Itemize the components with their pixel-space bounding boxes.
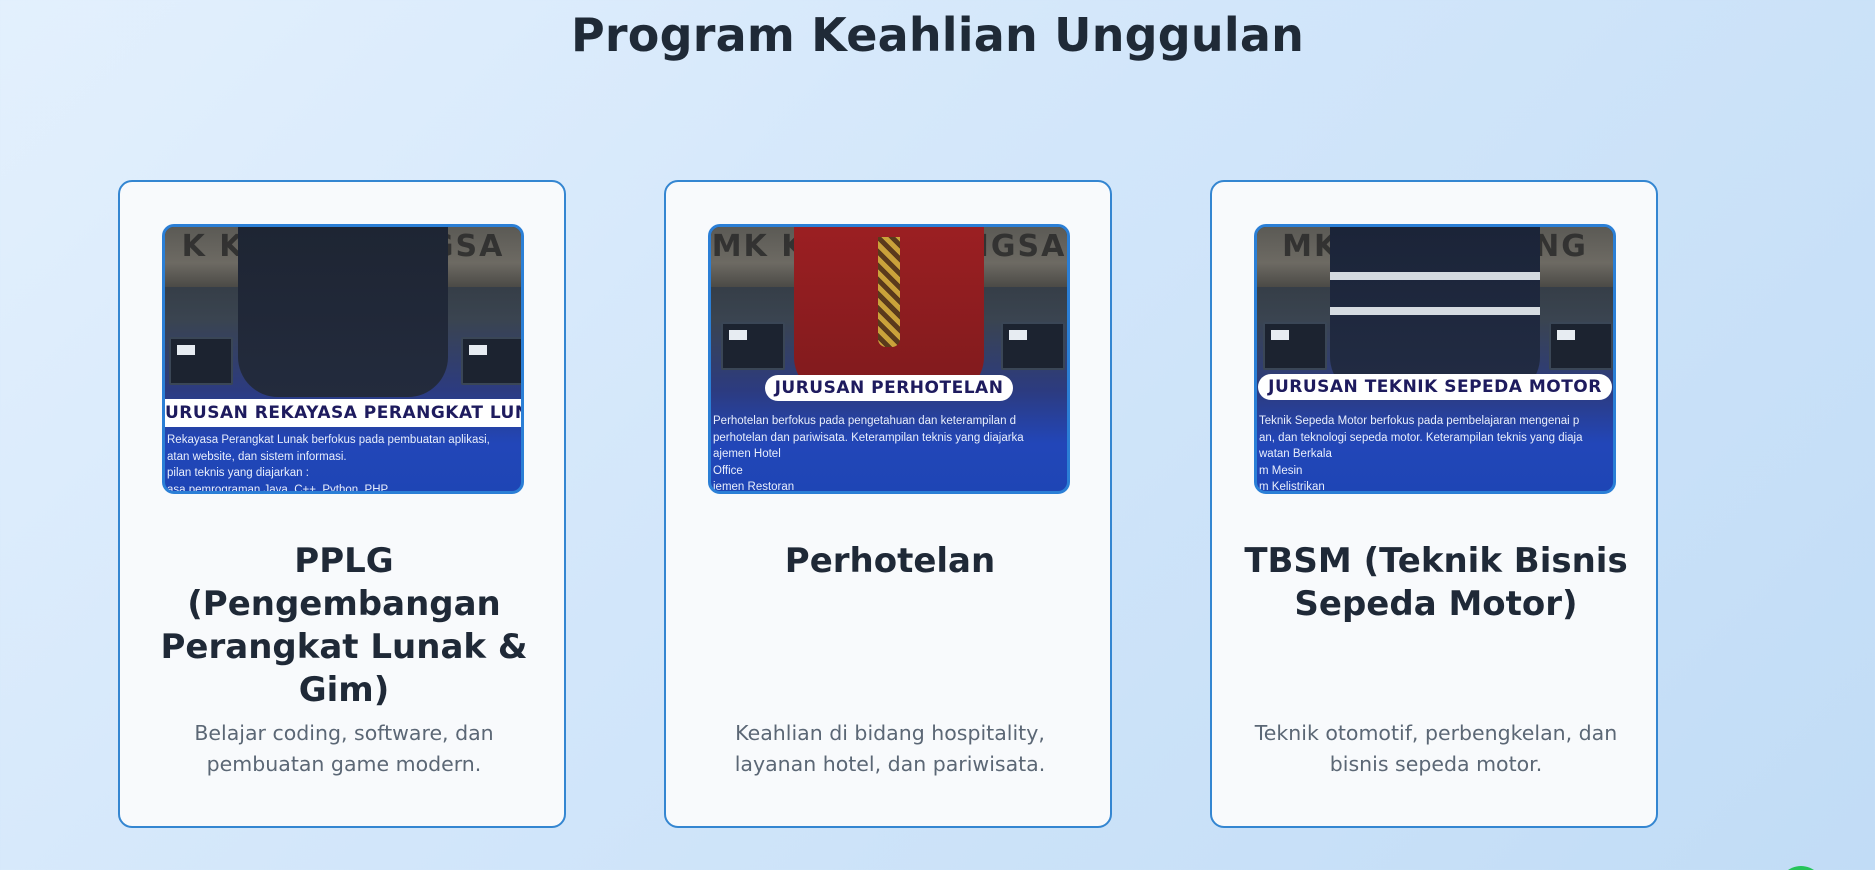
image-caption: Perhotelan berfokus pada pengetahuan dan… <box>713 415 1024 493</box>
program-image-pplg: K KARYA BANGSA URUSAN REKAYASA PERANGKAT… <box>162 224 524 494</box>
student-figure <box>238 227 448 397</box>
section-title: Program Keahlian Unggulan <box>570 8 1305 62</box>
uniform-stripe <box>1330 272 1540 280</box>
monitor-graphic <box>721 322 785 370</box>
program-card-perhotelan[interactable]: MK KARYA BANGSA JURUSAN PERHOTELAN Perho… <box>664 180 1112 828</box>
card-title: Perhotelan <box>784 541 996 581</box>
uniform-stripe <box>1330 307 1540 315</box>
monitor-graphic <box>1549 322 1613 370</box>
chat-bubble-icon[interactable] <box>1778 866 1824 870</box>
program-image-tbsm: MK KARYA BANG JURUSAN TEKNIK SEPEDA MOTO… <box>1254 224 1616 494</box>
program-image-perhotelan: MK KARYA BANGSA JURUSAN PERHOTELAN Perho… <box>708 224 1070 494</box>
program-banner: JURUSAN TEKNIK SEPEDA MOTOR <box>1257 374 1613 400</box>
monitor-graphic <box>461 337 521 385</box>
student-figure <box>1330 227 1540 397</box>
card-description: Belajar coding, software, dan pembuatan … <box>194 721 494 776</box>
program-card-tbsm[interactable]: MK KARYA BANG JURUSAN TEKNIK SEPEDA MOTO… <box>1210 180 1658 828</box>
image-caption: Teknik Sepeda Motor berfokus pada pembel… <box>1259 415 1583 493</box>
monitor-graphic <box>1001 322 1065 370</box>
card-title: PPLG (Pengembangan Perangkat Lunak & Gim… <box>160 541 528 710</box>
monitor-graphic <box>1263 322 1327 370</box>
program-banner-label: JURUSAN TEKNIK SEPEDA MOTOR <box>1258 374 1612 400</box>
batik-tie-graphic <box>878 237 900 347</box>
program-card-pplg[interactable]: K KARYA BANGSA URUSAN REKAYASA PERANGKAT… <box>118 180 566 828</box>
program-banner-label: JURUSAN PERHOTELAN <box>764 375 1014 401</box>
card-title: TBSM (Teknik Bisnis Sepeda Motor) <box>1244 541 1628 624</box>
student-figure <box>794 227 984 397</box>
program-banner: JURUSAN PERHOTELAN <box>711 375 1067 401</box>
program-banner: URUSAN REKAYASA PERANGKAT LUNA <box>165 399 521 427</box>
image-caption: Rekayasa Perangkat Lunak berfokus pada p… <box>167 434 490 494</box>
card-description: Teknik otomotif, perbengkelan, dan bisni… <box>1254 721 1618 776</box>
program-cards: K KARYA BANGSA URUSAN REKAYASA PERANGKAT… <box>118 180 1658 828</box>
monitor-graphic <box>169 337 233 385</box>
card-description: Keahlian di bidang hospitality, layanan … <box>734 721 1046 776</box>
